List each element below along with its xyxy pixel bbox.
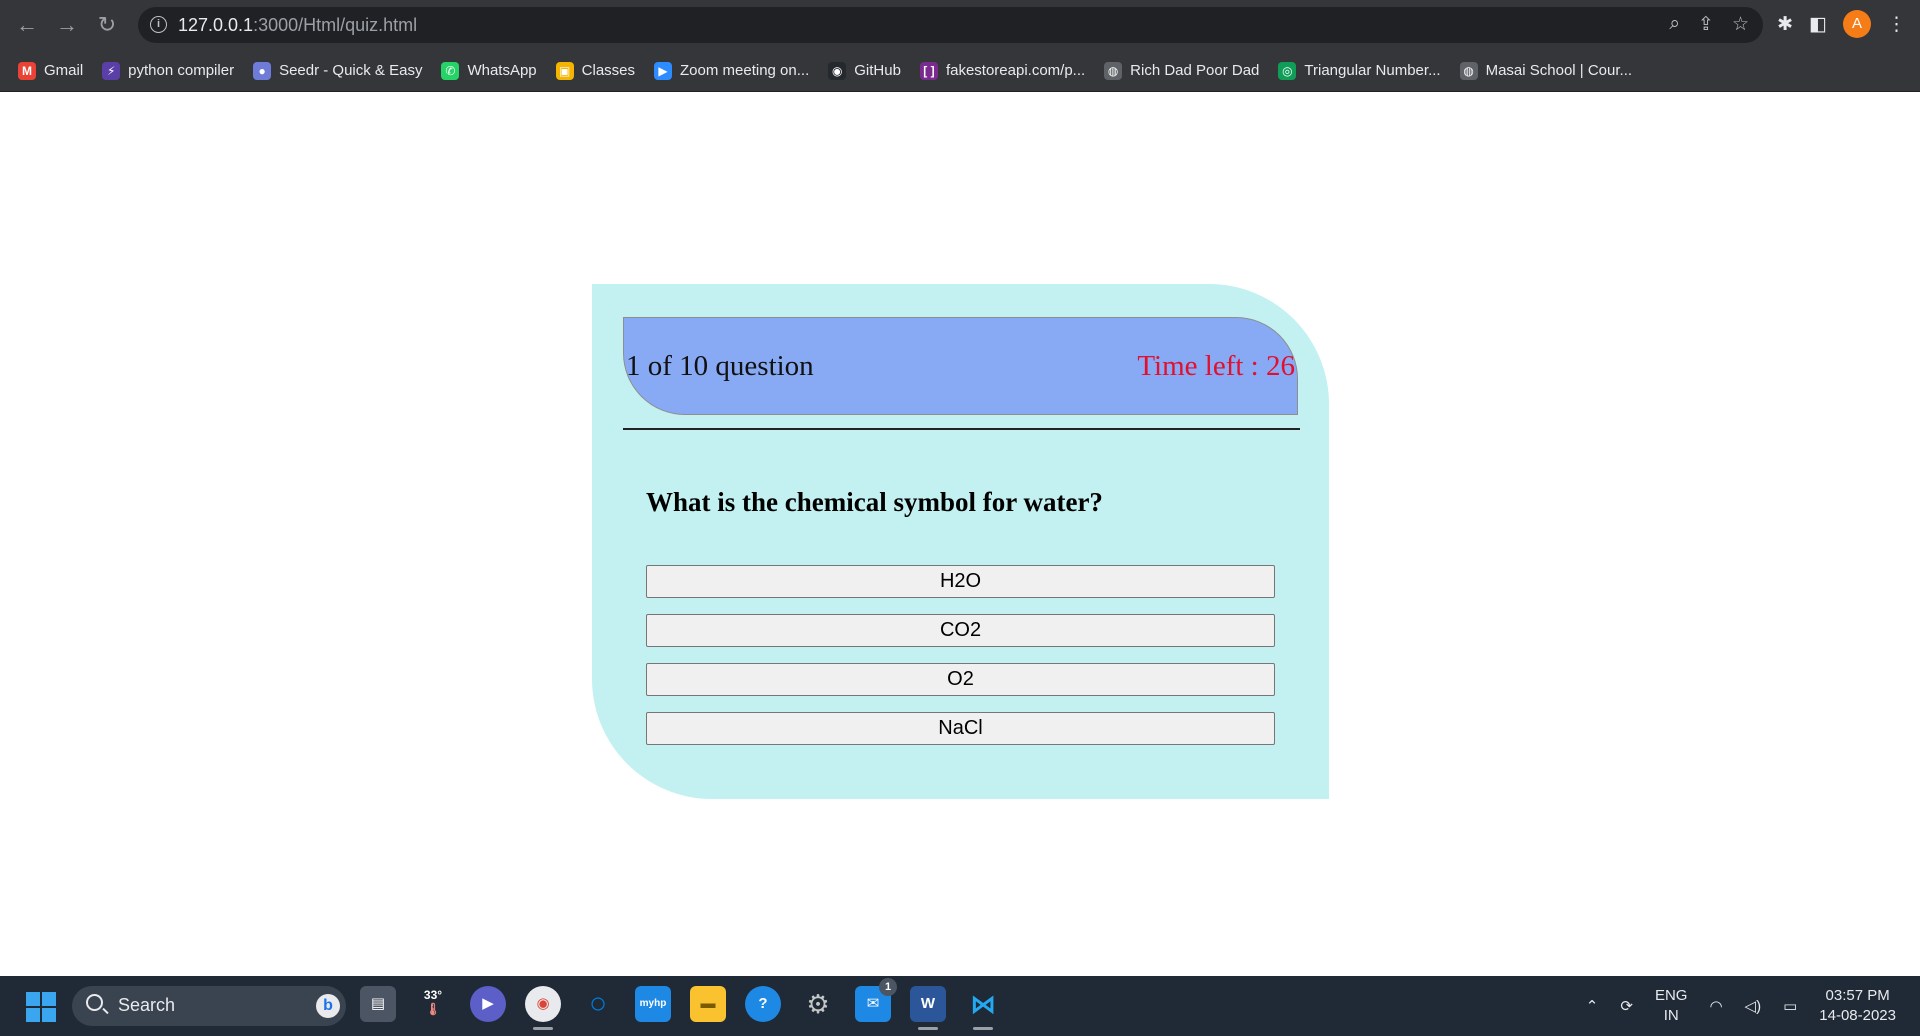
zoom-icon: ▶ (654, 61, 673, 80)
option-button-nacl[interactable]: NaCl (646, 712, 1275, 745)
answer-options: H2O CO2 O2 NaCl (646, 565, 1275, 761)
bookmark-item[interactable]: ◉ GitHub (828, 61, 901, 80)
vscode-icon[interactable]: ⋈ (965, 986, 1001, 1030)
address-bar[interactable]: i 127.0.0.1:3000/Html/quiz.html ⌕ ⇪ ☆ (138, 7, 1763, 43)
bookmark-label: python compiler (128, 62, 235, 79)
owl-icon: ◎ (1278, 61, 1297, 80)
question-progress: 1 of 10 question (626, 350, 814, 382)
bing-icon[interactable]: b (316, 994, 340, 1018)
bookmark-label: Rich Dad Poor Dad (1130, 62, 1260, 79)
forward-arrow-icon[interactable]: → (54, 12, 80, 38)
bookmark-item[interactable]: ⚡ python compiler (102, 61, 235, 80)
myhp-icon[interactable]: myhp (635, 986, 671, 1022)
bookmark-item[interactable]: ▶ Zoom meeting on... (654, 61, 810, 80)
classroom-icon: ▣ (555, 61, 574, 80)
bookmark-label: Seedr - Quick & Easy (279, 62, 423, 79)
divider (623, 428, 1300, 430)
chrome-icon[interactable]: ◉ (525, 986, 561, 1030)
search-label: Search (118, 995, 176, 1015)
globe-icon: ◍ (1104, 61, 1123, 80)
globe-icon: ◍ (1459, 61, 1478, 80)
volume-icon[interactable]: ◁) (1745, 997, 1762, 1015)
word-icon[interactable]: W (910, 986, 946, 1030)
back-arrow-icon[interactable]: ← (14, 12, 40, 38)
mail-badge: 1 (879, 978, 897, 996)
option-button-h2o[interactable]: H2O (646, 565, 1275, 598)
bookmark-item[interactable]: ◎ Triangular Number... (1278, 61, 1441, 80)
bookmark-star-icon[interactable]: ☆ (1732, 13, 1749, 36)
url-text[interactable]: 127.0.0.1:3000/Html/quiz.html (178, 15, 417, 36)
bookmark-item[interactable]: ✆ WhatsApp (441, 61, 537, 80)
bookmark-label: Triangular Number... (1304, 62, 1441, 79)
search-icon (86, 994, 103, 1011)
quiz-header: 1 of 10 question Time left : 26 (623, 317, 1298, 415)
profile-avatar[interactable]: A (1843, 10, 1871, 38)
bookmark-item[interactable]: ◍ Masai School | Cour... (1459, 61, 1633, 80)
help-icon[interactable]: ? (745, 986, 781, 1022)
bookmark-label: GitHub (854, 62, 901, 79)
weather-widget[interactable]: 33° 🌡 (415, 986, 451, 1022)
github-icon: ◉ (828, 61, 847, 80)
bookmark-label: WhatsApp (467, 62, 537, 79)
settings-gear-icon[interactable]: ⚙ (800, 986, 836, 1022)
windows-start-icon[interactable] (26, 992, 56, 1022)
side-panel-icon[interactable]: ◧ (1809, 13, 1827, 36)
battery-icon[interactable]: ▭ (1783, 997, 1797, 1015)
bookmark-item[interactable]: ▣ Classes (555, 61, 636, 80)
language-indicator[interactable]: ENG IN (1655, 986, 1688, 1026)
quiz-card: 1 of 10 question Time left : 26 What is … (592, 284, 1329, 799)
time-left: Time left : 26 (1137, 350, 1295, 382)
mail-icon[interactable]: ✉ 1 (855, 978, 897, 1022)
sync-icon[interactable]: ⟳ (1620, 997, 1633, 1015)
option-button-o2[interactable]: O2 (646, 663, 1275, 696)
bookmark-label: Zoom meeting on... (680, 62, 810, 79)
taskbar-search[interactable]: Search b (72, 986, 346, 1026)
task-view-icon[interactable]: ▤ (360, 986, 396, 1022)
lightning-icon: ⚡ (102, 61, 121, 80)
bookmark-item[interactable]: [ ] fakestoreapi.com/p... (919, 61, 1086, 80)
bookmark-item[interactable]: ● Seedr - Quick & Easy (253, 61, 423, 80)
bookmark-label: Gmail (44, 62, 84, 79)
bookmarks-bar: M Gmail ⚡ python compiler ● Seedr - Quick & E… (0, 50, 1920, 92)
reload-icon[interactable]: ↻ (94, 12, 120, 38)
whatsapp-icon: ✆ (441, 61, 460, 80)
bookmark-label: Masai School | Cour... (1485, 62, 1633, 79)
bookmark-item[interactable]: M Gmail (18, 61, 84, 80)
share-icon[interactable]: ⇪ (1698, 13, 1714, 36)
chevron-up-icon[interactable]: ⌃ (1586, 997, 1599, 1015)
windows-taskbar: Search b ▤ 33° 🌡 ▶ ◉ ○ myhp ▬ ? ⚙ ✉ 1 W ⋈ … (0, 976, 1920, 1036)
wifi-icon[interactable]: ◠ (1709, 997, 1722, 1015)
file-explorer-icon[interactable]: ▬ (690, 986, 726, 1022)
bookmark-label: Classes (581, 62, 636, 79)
system-clock[interactable]: 03:57 PM 14-08-2023 (1819, 986, 1896, 1026)
bookmark-label: fakestoreapi.com/p... (945, 62, 1086, 79)
option-button-co2[interactable]: CO2 (646, 614, 1275, 647)
zoom-icon[interactable]: ⌕ (1669, 13, 1680, 36)
cortana-icon[interactable]: ○ (580, 986, 616, 1022)
bookmark-item[interactable]: ◍ Rich Dad Poor Dad (1104, 61, 1260, 80)
extensions-icon[interactable]: ✱ (1777, 13, 1793, 36)
question-text: What is the chemical symbol for water? (646, 487, 1103, 517)
gmail-icon: M (18, 61, 36, 80)
teams-chat-icon[interactable]: ▶ (470, 986, 506, 1022)
menu-kebab-icon[interactable]: ⋮ (1887, 13, 1906, 36)
browser-toolbar: ← → ↻ i 127.0.0.1:3000/Html/quiz.html ⌕ … (0, 0, 1920, 50)
fakestore-icon: [ ] (919, 61, 938, 80)
site-info-icon[interactable]: i (150, 16, 167, 33)
seedr-icon: ● (253, 61, 272, 80)
